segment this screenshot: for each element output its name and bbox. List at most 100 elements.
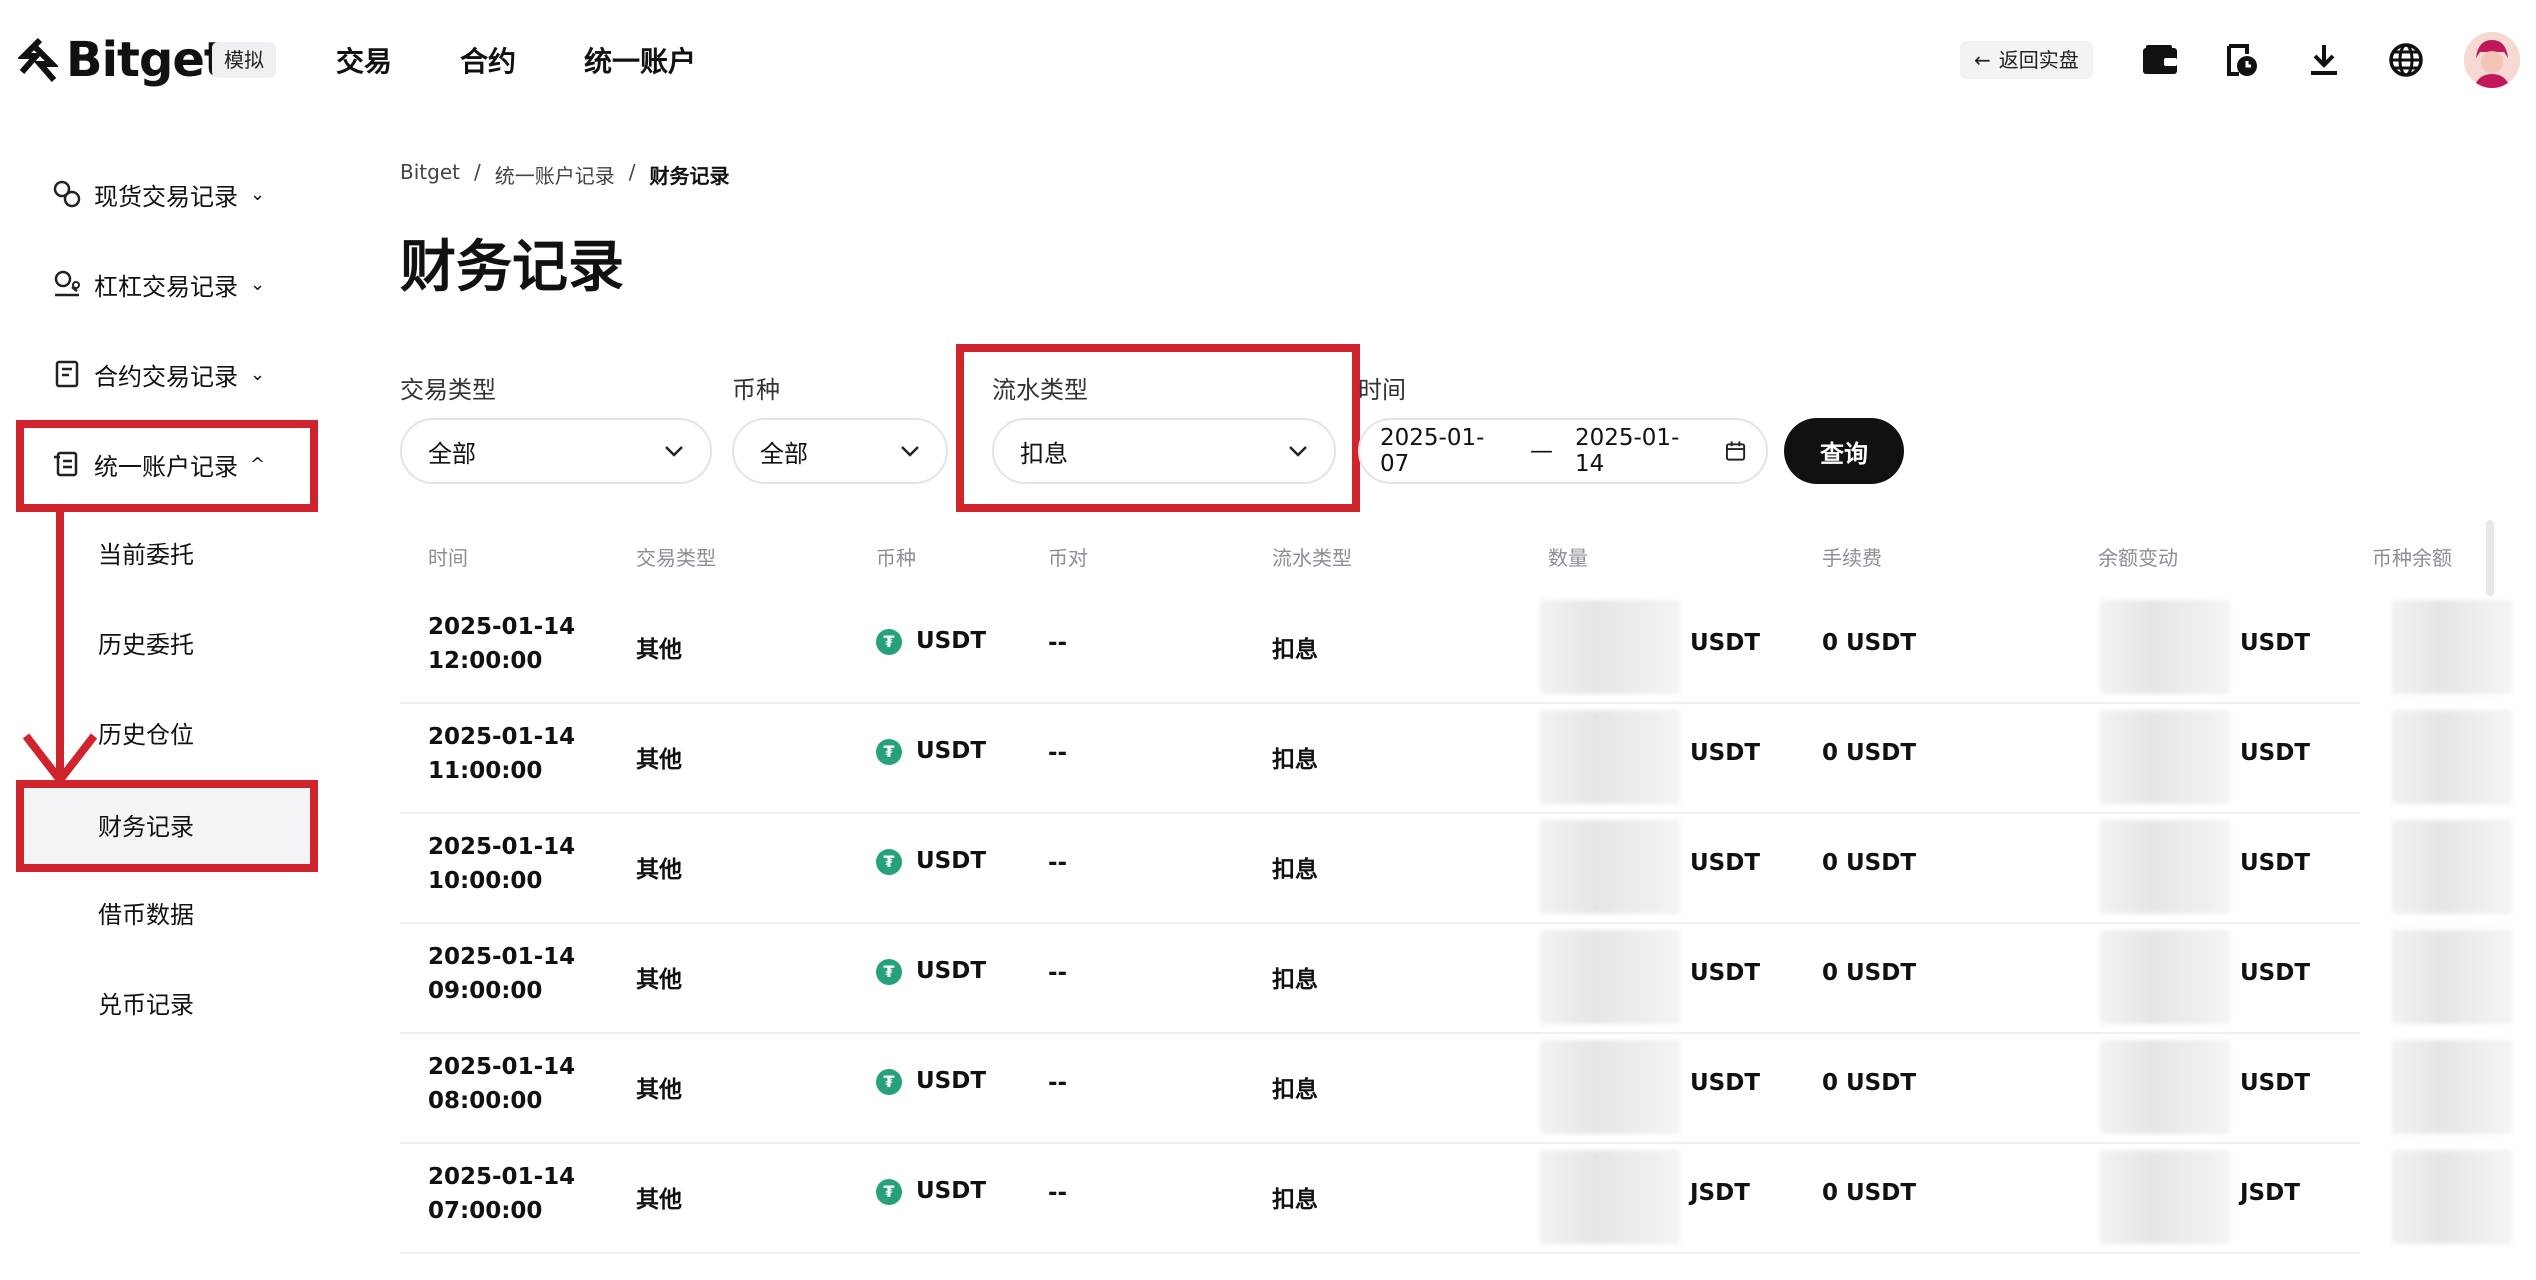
- row-clock: 12:00:00: [428, 648, 543, 674]
- row-amount-unit: USDT: [1690, 740, 1761, 766]
- row-trade-type: 其他: [636, 1187, 682, 1213]
- row-change-unit: JSDT: [2240, 1180, 2300, 1206]
- trade-type-select[interactable]: 全部: [400, 418, 712, 484]
- redacted-coin-balance: [2392, 600, 2512, 694]
- row-date: 2025-01-14: [428, 724, 576, 750]
- row-flow-type: 扣息: [1272, 747, 1318, 773]
- bitget-logo[interactable]: Bitget: [18, 30, 227, 90]
- row-pair: --: [1048, 850, 1068, 876]
- download-icon[interactable]: [2304, 40, 2344, 80]
- row-coin: ₮ USDT: [876, 1178, 986, 1205]
- row-date: 2025-01-14: [428, 614, 576, 640]
- start-date[interactable]: 2025-01-07: [1380, 425, 1508, 477]
- row-fee: 0 USDT: [1822, 1070, 1917, 1096]
- brand-name: Bitget: [66, 32, 227, 88]
- coin-select[interactable]: 全部: [732, 418, 948, 484]
- row-time: 2025-01-14 12:00:00: [428, 610, 575, 678]
- redacted-amount: [1540, 930, 1680, 1024]
- sidebar-sub-borrow-data[interactable]: 借币数据: [98, 888, 194, 936]
- breadcrumb-home[interactable]: Bitget: [400, 160, 460, 189]
- row-time: 2025-01-14 10:00:00: [428, 830, 575, 898]
- sidebar-item-margin-records[interactable]: 杠杠交易记录 ⌄: [52, 260, 265, 308]
- sidebar-item-spot-records[interactable]: 现货交易记录 ⌄: [52, 170, 265, 218]
- table-scrollbar[interactable]: [2486, 520, 2494, 596]
- row-pair: --: [1048, 630, 1068, 656]
- nav-unified-account[interactable]: 统一账户: [584, 40, 696, 80]
- col-header-time: 时间: [428, 546, 468, 570]
- col-header-balance-change: 余额变动: [2098, 546, 2178, 570]
- col-header-pair: 币对: [1048, 546, 1088, 570]
- redacted-amount: [1540, 1150, 1680, 1244]
- row-trade-type: 其他: [636, 1077, 682, 1103]
- chevron-down-icon: [665, 446, 683, 457]
- redacted-amount: [1540, 820, 1680, 914]
- chevron-down-icon: [1289, 446, 1307, 457]
- breadcrumb-unified-account-records[interactable]: 统一账户记录: [495, 160, 615, 189]
- redacted-amount: [1540, 710, 1680, 804]
- margin-icon: [54, 270, 80, 297]
- row-coin: ₮ USDT: [876, 848, 986, 875]
- nav-futures[interactable]: 合约: [460, 40, 516, 80]
- redacted-amount: [1540, 600, 1680, 694]
- row-pair: --: [1048, 1180, 1068, 1206]
- wallet-icon[interactable]: [2140, 40, 2180, 80]
- demo-badge: 模拟: [212, 42, 276, 78]
- row-flow-type: 扣息: [1272, 857, 1318, 883]
- col-header-coin-balance: 币种余额: [2372, 546, 2452, 570]
- table-row: 2025-01-14 07:00:00 其他 ₮ USDT -- 扣息 JSDT …: [400, 1142, 2512, 1254]
- row-clock: 11:00:00: [428, 758, 543, 784]
- back-to-live-button[interactable]: ← 返回实盘: [1960, 41, 2093, 79]
- row-coin: ₮ USDT: [876, 1068, 986, 1095]
- history-icon[interactable]: [2222, 40, 2262, 80]
- redacted-balance-change: [2100, 710, 2230, 804]
- nav-trade[interactable]: 交易: [336, 40, 392, 80]
- end-date[interactable]: 2025-01-14: [1575, 425, 1703, 477]
- redacted-amount: [1540, 1040, 1680, 1134]
- tether-icon: ₮: [876, 628, 902, 655]
- chevron-down-icon: [901, 446, 919, 457]
- annotation-arrow: [22, 508, 98, 787]
- top-header: Bitget 模拟 交易 合约 统一账户 ← 返回实盘: [0, 0, 2536, 120]
- row-coin-label: USDT: [916, 1178, 987, 1204]
- row-time: 2025-01-14 07:00:00: [428, 1160, 575, 1228]
- row-fee: 0 USDT: [1822, 740, 1917, 766]
- contract-icon: [55, 360, 79, 388]
- row-trade-type: 其他: [636, 967, 682, 993]
- date-range-picker[interactable]: 2025-01-07 — 2025-01-14: [1358, 418, 1768, 484]
- row-change-unit: USDT: [2240, 850, 2311, 876]
- tether-icon: ₮: [876, 848, 902, 875]
- row-amount-unit: JSDT: [1690, 1180, 1750, 1206]
- table-row: 2025-01-14 08:00:00 其他 ₮ USDT -- 扣息 USDT …: [400, 1032, 2512, 1144]
- redacted-balance-change: [2100, 600, 2230, 694]
- flow-type-value: 扣息: [1020, 439, 1068, 468]
- globe-icon[interactable]: [2386, 40, 2426, 80]
- redacted-balance-change: [2100, 820, 2230, 914]
- table-row: 2025-01-14 10:00:00 其他 ₮ USDT -- 扣息 USDT …: [400, 812, 2512, 924]
- user-avatar[interactable]: [2464, 32, 2520, 88]
- row-coin-label: USDT: [916, 628, 987, 654]
- flow-type-label: 流水类型: [992, 376, 1088, 404]
- redacted-coin-balance: [2392, 820, 2512, 914]
- back-to-live-label: 返回实盘: [1998, 48, 2079, 72]
- flow-type-select[interactable]: 扣息: [992, 418, 1336, 484]
- query-button[interactable]: 查询: [1784, 418, 1904, 484]
- col-header-trade-type: 交易类型: [636, 546, 716, 570]
- row-amount-unit: USDT: [1690, 630, 1761, 656]
- table-row: 2025-01-14 12:00:00 其他 ₮ USDT -- 扣息 USDT …: [400, 592, 2512, 704]
- sidebar-item-contract-records[interactable]: 合约交易记录 ⌄: [52, 350, 265, 398]
- row-flow-type: 扣息: [1272, 1077, 1318, 1103]
- row-coin-label: USDT: [916, 738, 987, 764]
- row-change-unit: USDT: [2240, 1070, 2311, 1096]
- row-clock: 07:00:00: [428, 1198, 543, 1224]
- sidebar-sub-convert-records[interactable]: 兑币记录: [98, 978, 194, 1026]
- sidebar-item-label: 合约交易记录: [94, 362, 238, 391]
- row-date: 2025-01-14: [428, 1164, 576, 1190]
- sidebar-item-label: 现货交易记录: [94, 182, 238, 211]
- row-coin-label: USDT: [916, 848, 987, 874]
- col-header-coin: 币种: [876, 546, 916, 570]
- breadcrumb: Bitget / 统一账户记录 / 财务记录: [400, 160, 729, 189]
- row-amount-unit: USDT: [1690, 1070, 1761, 1096]
- row-trade-type: 其他: [636, 857, 682, 883]
- row-coin: ₮ USDT: [876, 738, 986, 765]
- row-amount-unit: USDT: [1690, 960, 1761, 986]
